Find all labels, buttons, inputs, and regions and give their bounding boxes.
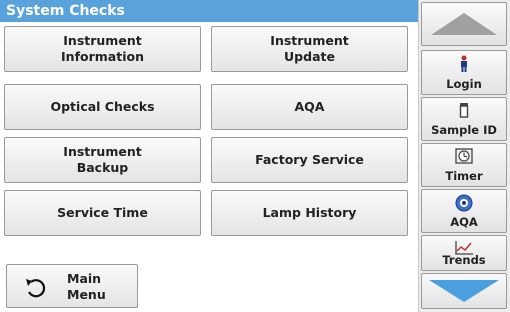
button-label: AQA — [294, 99, 325, 114]
main-menu-label: Main Menu — [67, 271, 106, 302]
triangle-up-icon — [431, 13, 497, 35]
login-person-icon — [458, 55, 470, 77]
sidebar: Login Sample ID Timer AQA Trends — [418, 0, 510, 312]
main-panel: System Checks Instrument Information Ins… — [0, 0, 418, 312]
aqa-button[interactable]: AQA — [211, 84, 408, 130]
page-title: System Checks — [0, 0, 418, 22]
button-label: Optical Checks — [50, 99, 155, 114]
button-label: Factory Service — [255, 152, 364, 167]
sidebar-item-sample-id[interactable]: Sample ID — [421, 97, 507, 141]
triangle-down-icon — [429, 280, 499, 302]
aqa-icon — [455, 194, 473, 216]
sidebar-item-login[interactable]: Login — [421, 50, 507, 95]
sidebar-item-label: AQA — [450, 215, 478, 229]
instrument-backup-button[interactable]: Instrument Backup — [4, 137, 201, 183]
sidebar-item-label: Timer — [445, 169, 483, 183]
sidebar-item-aqa[interactable]: AQA — [421, 189, 507, 233]
sample-vial-icon — [458, 102, 470, 122]
sidebar-item-label: Trends — [442, 253, 486, 267]
sidebar-item-label: Login — [446, 77, 482, 91]
optical-checks-button[interactable]: Optical Checks — [4, 84, 201, 130]
sidebar-item-timer[interactable]: Timer — [421, 143, 507, 187]
button-label: Service Time — [57, 205, 148, 220]
service-time-button[interactable]: Service Time — [4, 190, 201, 236]
instrument-update-button[interactable]: Instrument Update — [211, 26, 408, 72]
sidebar-item-trends[interactable]: Trends — [421, 235, 507, 271]
lamp-history-button[interactable]: Lamp History — [211, 190, 408, 236]
main-menu-button[interactable]: Main Menu — [6, 264, 138, 308]
sidebar-item-label: Sample ID — [431, 123, 497, 137]
timer-icon — [455, 148, 473, 168]
button-label: Instrument Backup — [63, 144, 142, 175]
instrument-information-button[interactable]: Instrument Information — [4, 26, 201, 72]
scroll-up-button[interactable] — [421, 2, 507, 46]
scroll-down-button[interactable] — [421, 273, 507, 309]
button-label: Instrument Information — [61, 33, 144, 64]
back-arrow-icon — [23, 277, 47, 303]
button-label: Instrument Update — [270, 33, 349, 64]
button-label: Lamp History — [262, 205, 357, 220]
factory-service-button[interactable]: Factory Service — [211, 137, 408, 183]
